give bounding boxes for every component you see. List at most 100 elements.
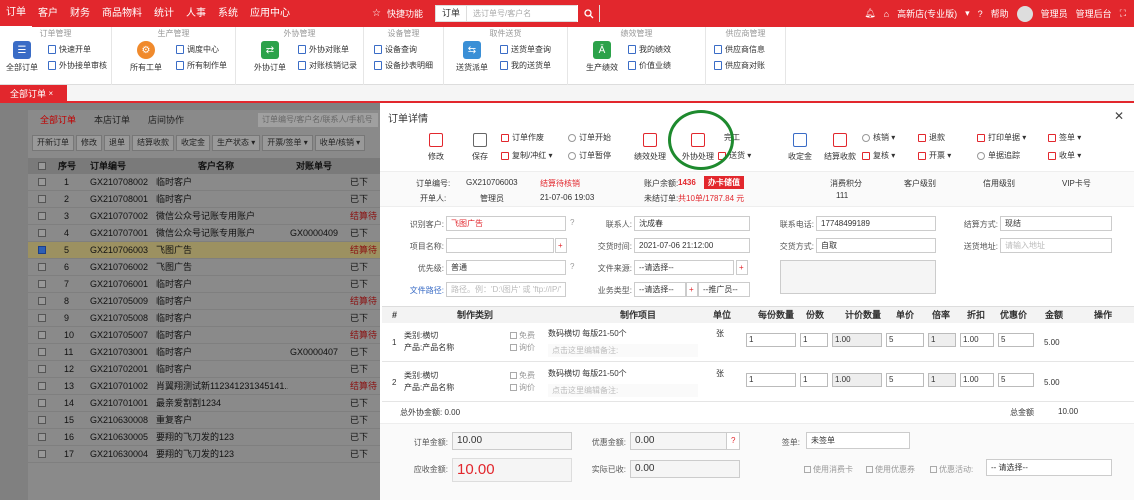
outsource-order-button[interactable]: ⇄ 外协订单 [248, 41, 292, 73]
avatar[interactable] [1016, 5, 1033, 22]
table-row[interactable]: 12 GX210702001 临时客户 已下 [28, 361, 380, 378]
settle-button[interactable]: 结算收款 [820, 133, 860, 162]
table-row[interactable]: 1 GX210708002 临时客户 已下 [28, 174, 380, 191]
promoter-select[interactable]: --推广员-- [698, 282, 750, 297]
print-button[interactable]: 打印单据 ▾ [977, 132, 1026, 143]
device-report-button[interactable]: 设备抄表明细 [374, 60, 433, 71]
table-row[interactable]: 5 GX210706003 飞图广告 结算待 [28, 242, 380, 259]
perf-button[interactable]: Ā 生产绩效 [580, 41, 624, 73]
table-row[interactable]: 17 GX210630004 要翔的飞刀发的123 已下 [28, 446, 380, 463]
my-perf-button[interactable]: 我的绩效 [628, 44, 671, 55]
unit-price-input[interactable]: 5 [886, 333, 924, 347]
outsource-bill-button[interactable]: 外协对账单 [298, 44, 349, 55]
tab-all[interactable]: 全部订单 [40, 113, 76, 126]
deposit-button[interactable]: 收定金 [780, 133, 820, 162]
edit-button[interactable]: 修改 [416, 133, 456, 162]
row-checkbox[interactable] [38, 331, 46, 339]
start-button[interactable]: 订单开始 [568, 132, 611, 143]
store-select[interactable]: 高新店(专业版) [897, 7, 957, 20]
nav-item-orders[interactable]: 订单 [0, 0, 32, 28]
search-type-select[interactable]: 订单 [436, 6, 467, 21]
priority-select[interactable]: 普通 [446, 260, 566, 275]
sign-select[interactable]: 未签单 [806, 432, 910, 449]
add-source-button[interactable]: + [736, 260, 748, 275]
row-checkbox[interactable] [38, 195, 46, 203]
row-checkbox[interactable] [38, 263, 46, 271]
table-row[interactable]: 4 GX210707001 微信公众号记账专用账户 GX0000409 已下 [28, 225, 380, 242]
table-row[interactable]: 2 GX210708001 临时客户 已下 [28, 191, 380, 208]
header-customer[interactable]: 客户名称 [198, 158, 234, 174]
source-select[interactable]: --请选择-- [634, 260, 734, 275]
row-checkbox[interactable] [38, 178, 46, 186]
row-checkbox[interactable] [38, 382, 46, 390]
item-name[interactable]: 数码横切 每版21-50个 [548, 328, 627, 339]
discount-amt[interactable]: 0.00 [630, 432, 740, 450]
activity-select[interactable]: -- 请选择-- [986, 459, 1112, 476]
invoice-button[interactable]: 开票/签单 ▾ [262, 135, 313, 151]
discount-input[interactable]: 1.00 [960, 333, 994, 347]
deposit-button[interactable]: 收定金 [176, 135, 210, 151]
row-checkbox[interactable] [38, 280, 46, 288]
row-checkbox[interactable] [38, 246, 46, 254]
invoice-button[interactable]: 开票 ▾ [918, 150, 951, 161]
tab-store[interactable]: 本店订单 [94, 113, 130, 126]
per-qty-input[interactable]: 1 [746, 373, 796, 387]
quote-option[interactable]: 询价 [510, 382, 535, 393]
nav-item-goods[interactable]: 商品物料 [96, 0, 148, 27]
search-button[interactable] [577, 5, 599, 22]
item-name[interactable]: 数码横切 每版21-50个 [548, 368, 627, 379]
promo-price-input[interactable]: 5 [998, 333, 1034, 347]
all-orders-button[interactable]: ☰ 全部订单 [0, 41, 44, 73]
save-button[interactable]: 保存 [460, 133, 500, 162]
addr-input[interactable]: 请输入地址 [1000, 238, 1112, 253]
perf-process-button[interactable]: 绩效处理 [630, 133, 670, 162]
edit-button[interactable]: 修改 [76, 135, 102, 151]
new-order-button[interactable]: 开新订单 [32, 135, 74, 151]
activity-option[interactable]: 优惠活动: [930, 464, 973, 475]
item-note[interactable]: 点击这里编辑备注: [548, 344, 698, 357]
table-row[interactable]: 8 GX210705009 临时客户 结算待 [28, 293, 380, 310]
table-row[interactable]: 7 GX210706001 临时客户 已下 [28, 276, 380, 293]
row-checkbox[interactable] [38, 314, 46, 322]
discount-input[interactable]: 1.00 [960, 373, 994, 387]
add-biz-button[interactable]: + [686, 282, 698, 297]
unsettled-link[interactable]: 共10单/1787.84 元 [678, 193, 744, 204]
path-label[interactable]: 文件路径: [400, 285, 444, 296]
nav-item-stats[interactable]: 统计 [148, 0, 180, 27]
card-checkbox[interactable] [804, 466, 811, 473]
list-search-input[interactable]: 订单编号/客户名/联系人/手机号 [258, 113, 378, 127]
rate-input[interactable]: 1 [928, 373, 956, 387]
quote-checkbox[interactable] [510, 384, 517, 391]
fullscreen-icon[interactable]: ⛶ [1120, 8, 1126, 19]
return-button[interactable]: 退单 [104, 135, 130, 151]
row-checkbox[interactable] [38, 365, 46, 373]
contact-input[interactable]: 沈成春 [634, 216, 750, 231]
supplier-bill-button[interactable]: 供应商对账 [714, 60, 765, 71]
row-checkbox[interactable] [38, 399, 46, 407]
review-button[interactable]: 复核 ▾ [862, 150, 895, 161]
nav-item-apps[interactable]: 应用中心 [244, 0, 296, 27]
reconcile-button[interactable]: 对账核销记录 [298, 60, 357, 71]
value-button[interactable]: 价值业绩 [628, 60, 671, 71]
outsource-audit-button[interactable]: 外协接单审核 [48, 60, 107, 71]
row-checkbox[interactable] [38, 433, 46, 441]
nav-item-hr[interactable]: 人事 [180, 0, 212, 27]
unit-price-input[interactable]: 5 [886, 373, 924, 387]
dispatch-button[interactable]: 调度中心 [176, 44, 219, 55]
settle-select[interactable]: 现结 [1000, 216, 1112, 231]
per-qty-input[interactable]: 1 [746, 333, 796, 347]
bell-icon[interactable]: 🔔︎ [864, 8, 875, 19]
free-checkbox[interactable] [510, 332, 517, 339]
quick-order-button[interactable]: 快速开单 [48, 44, 91, 55]
refund-button[interactable]: 退款 [918, 132, 945, 143]
table-row[interactable]: 13 GX210701002 肖翼翔测试新112341231345141... 结算待 [28, 378, 380, 395]
table-row[interactable]: 16 GX210630005 要翔的飞刀发的123 已下 [28, 429, 380, 446]
search-input[interactable]: 选订单号/客户名 [467, 8, 577, 19]
free-option[interactable]: 免费 [510, 330, 535, 341]
project-select[interactable] [446, 238, 554, 253]
table-row[interactable]: 10 GX210705007 临时客户 结算待 [28, 327, 380, 344]
home-icon[interactable]: ⌂ [884, 9, 889, 19]
copies-input[interactable]: 1 [800, 333, 828, 347]
table-row[interactable]: 14 GX210701001 最亲爱割割1234 已下 [28, 395, 380, 412]
promo-price-input[interactable]: 5 [998, 373, 1034, 387]
